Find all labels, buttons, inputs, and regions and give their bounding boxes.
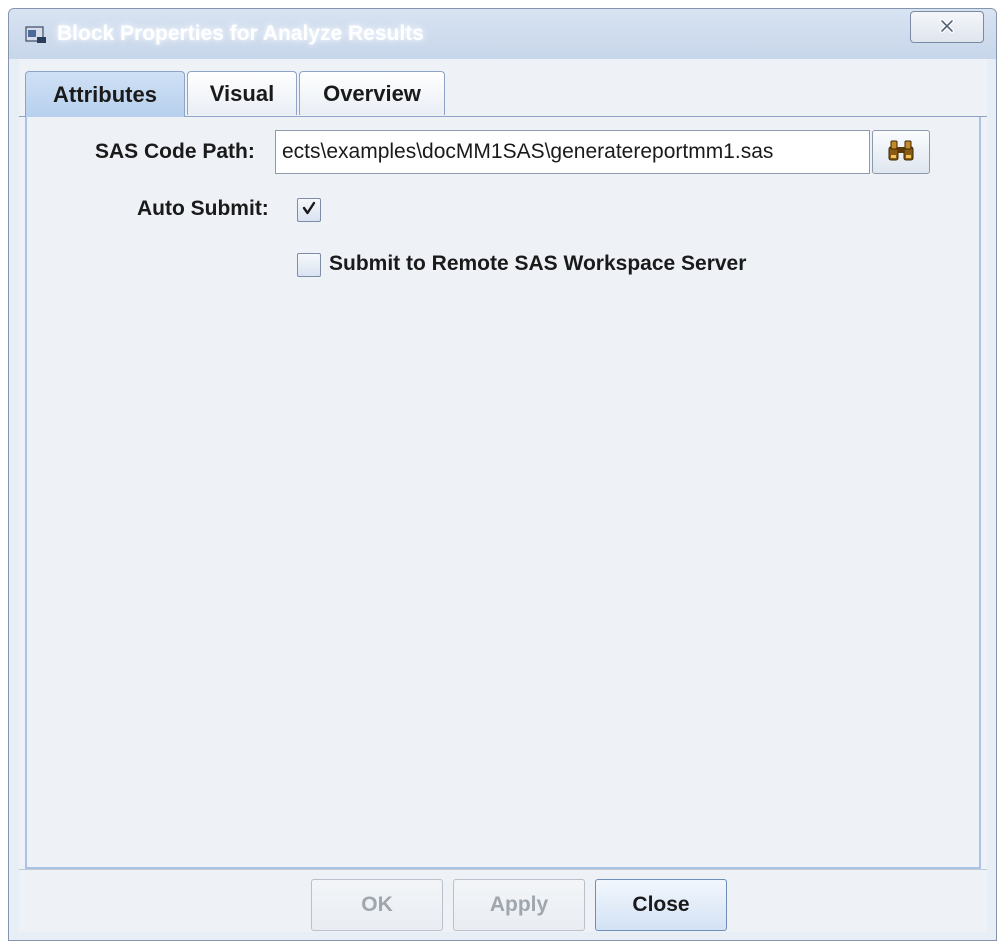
window-close-button[interactable] — [910, 11, 984, 43]
footer-divider — [19, 869, 987, 870]
remote-submit-checkbox[interactable] — [297, 253, 321, 277]
app-window-icon — [25, 26, 47, 44]
auto-submit-label: Auto Submit: — [137, 197, 269, 220]
auto-submit-checkbox[interactable] — [297, 198, 321, 222]
binoculars-icon — [886, 138, 916, 166]
tab-strip: Attributes Visual Overview — [19, 71, 987, 117]
tab-visual[interactable]: Visual — [187, 71, 297, 115]
sas-code-path-label: SAS Code Path: — [95, 140, 255, 163]
attributes-panel — [25, 117, 981, 869]
dialog-content: Attributes Visual Overview SAS Code Path… — [19, 59, 987, 932]
tab-overview[interactable]: Overview — [299, 71, 445, 115]
apply-button[interactable]: Apply — [453, 879, 585, 931]
sas-code-path-value: ects\examples\docMM1SAS\generatereportmm… — [282, 140, 774, 163]
browse-button[interactable] — [872, 130, 930, 174]
tab-attributes[interactable]: Attributes — [25, 71, 185, 117]
window-title: Block Properties for Analyze Results — [57, 22, 424, 45]
close-icon — [939, 18, 955, 37]
remote-submit-label[interactable]: Submit to Remote SAS Workspace Server — [329, 251, 746, 277]
title-bar[interactable]: Block Properties for Analyze Results — [9, 9, 996, 59]
checkmark-icon — [301, 200, 317, 220]
ok-button[interactable]: OK — [311, 879, 443, 931]
sas-code-path-field[interactable]: ects\examples\docMM1SAS\generatereportmm… — [275, 130, 870, 174]
close-button[interactable]: Close — [595, 879, 727, 931]
dialog-window: Block Properties for Analyze Results Att… — [8, 8, 997, 941]
